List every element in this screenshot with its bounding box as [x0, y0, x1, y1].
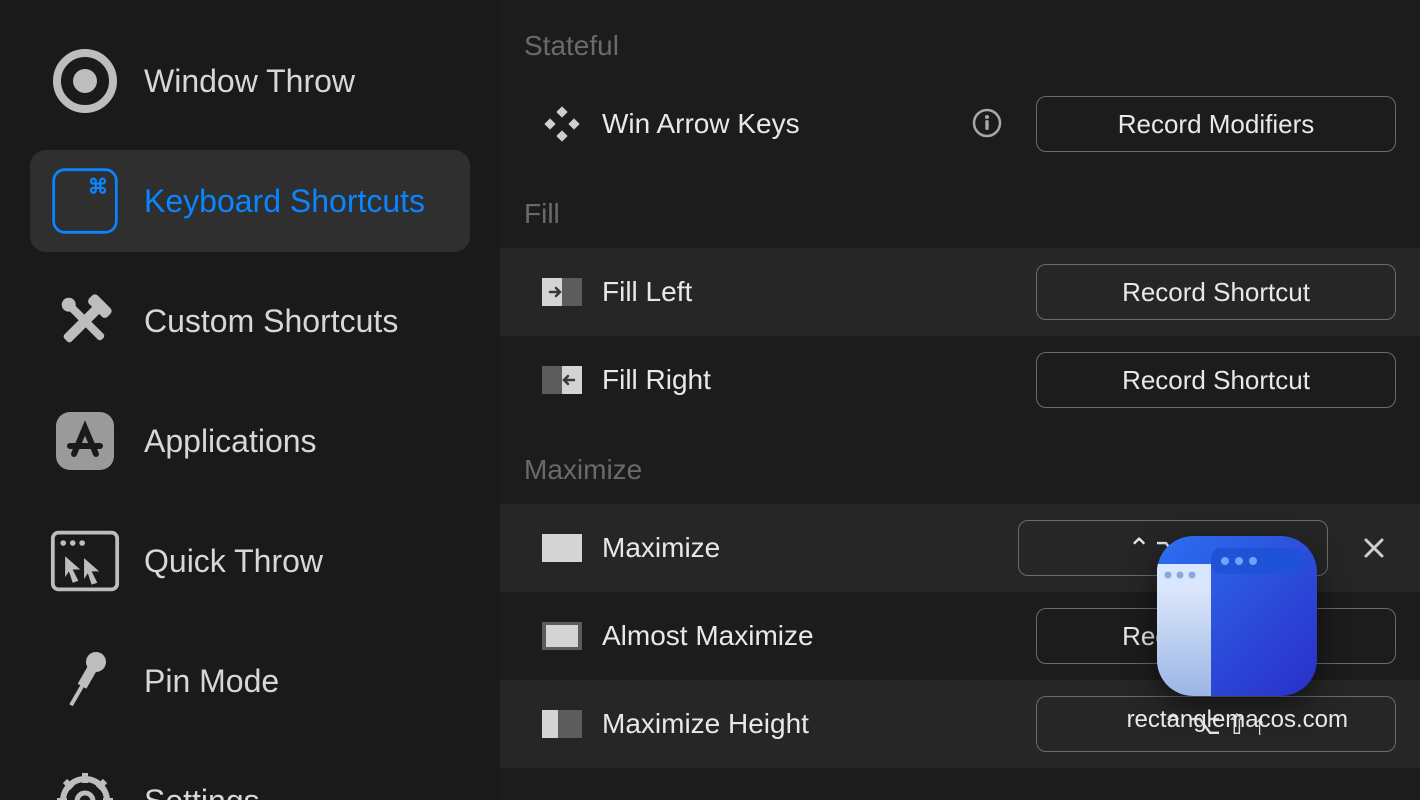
sidebar-item-pin-mode[interactable]: Pin Mode — [30, 630, 470, 732]
cursors-panel-icon — [50, 526, 120, 596]
section-header-fill: Fill — [500, 168, 1420, 248]
almost-maximize-icon — [542, 616, 582, 656]
record-shortcut-button[interactable]: Record Shortcut — [1036, 352, 1396, 408]
record-modifiers-button[interactable]: Record Modifiers — [1036, 96, 1396, 152]
pin-icon — [50, 646, 120, 716]
sidebar-item-keyboard-shortcuts[interactable]: ⌘ Keyboard Shortcuts — [30, 150, 470, 252]
section-header-maximize: Maximize — [500, 424, 1420, 504]
command-key-icon: ⌘ — [50, 166, 120, 236]
sidebar: Window Throw ⌘ Keyboard Shortcuts — [0, 0, 500, 800]
info-icon[interactable] — [972, 108, 1004, 140]
appstore-icon — [50, 406, 120, 476]
sidebar-item-label: Custom Shortcuts — [144, 303, 398, 340]
section-header-stateful: Stateful — [500, 0, 1420, 80]
section-header-halves: Halves — [500, 768, 1420, 800]
row-fill-right: Fill Right Record Shortcut — [500, 336, 1420, 424]
record-shortcut-button[interactable]: Record Shortcut — [1036, 264, 1396, 320]
sidebar-item-label: Window Throw — [144, 63, 355, 100]
fill-left-icon — [542, 272, 582, 312]
maximize-full-icon — [542, 528, 582, 568]
svg-text:⌘: ⌘ — [88, 177, 108, 199]
sidebar-item-settings[interactable]: Settings — [30, 750, 470, 800]
gear-icon — [50, 766, 120, 800]
row-label: Fill Left — [602, 276, 1016, 308]
promo-url: rectanglemacos.com — [1127, 706, 1348, 734]
sidebar-item-label: Keyboard Shortcuts — [144, 183, 425, 220]
fill-right-icon — [542, 360, 582, 400]
row-label: Maximize — [602, 532, 998, 564]
row-win-arrow-keys: Win Arrow Keys Record Modifiers — [500, 80, 1420, 168]
sidebar-item-custom-shortcuts[interactable]: Custom Shortcuts — [30, 270, 470, 372]
sidebar-item-label: Applications — [144, 423, 317, 460]
target-icon — [50, 46, 120, 116]
rectangle-app-icon — [1157, 536, 1317, 696]
sidebar-item-window-throw[interactable]: Window Throw — [30, 30, 470, 132]
row-label: Win Arrow Keys — [602, 108, 952, 140]
row-label: Fill Right — [602, 364, 1016, 396]
tools-icon — [50, 286, 120, 356]
sidebar-item-applications[interactable]: Applications — [30, 390, 470, 492]
row-label: Maximize Height — [602, 708, 1016, 740]
sidebar-item-label: Quick Throw — [144, 543, 323, 580]
sidebar-item-label: Settings — [144, 783, 260, 800]
clear-shortcut-button[interactable] — [1352, 526, 1396, 570]
promo-badge: rectanglemacos.com — [1127, 536, 1348, 734]
row-label: Almost Maximize — [602, 620, 1016, 652]
sidebar-item-label: Pin Mode — [144, 663, 279, 700]
diamond-grid-icon — [542, 104, 582, 144]
sidebar-item-quick-throw[interactable]: Quick Throw — [30, 510, 470, 612]
maximize-height-icon — [542, 704, 582, 744]
main-panel: Stateful Win Arrow Keys Record Modifiers… — [500, 0, 1420, 800]
row-fill-left: Fill Left Record Shortcut — [500, 248, 1420, 336]
